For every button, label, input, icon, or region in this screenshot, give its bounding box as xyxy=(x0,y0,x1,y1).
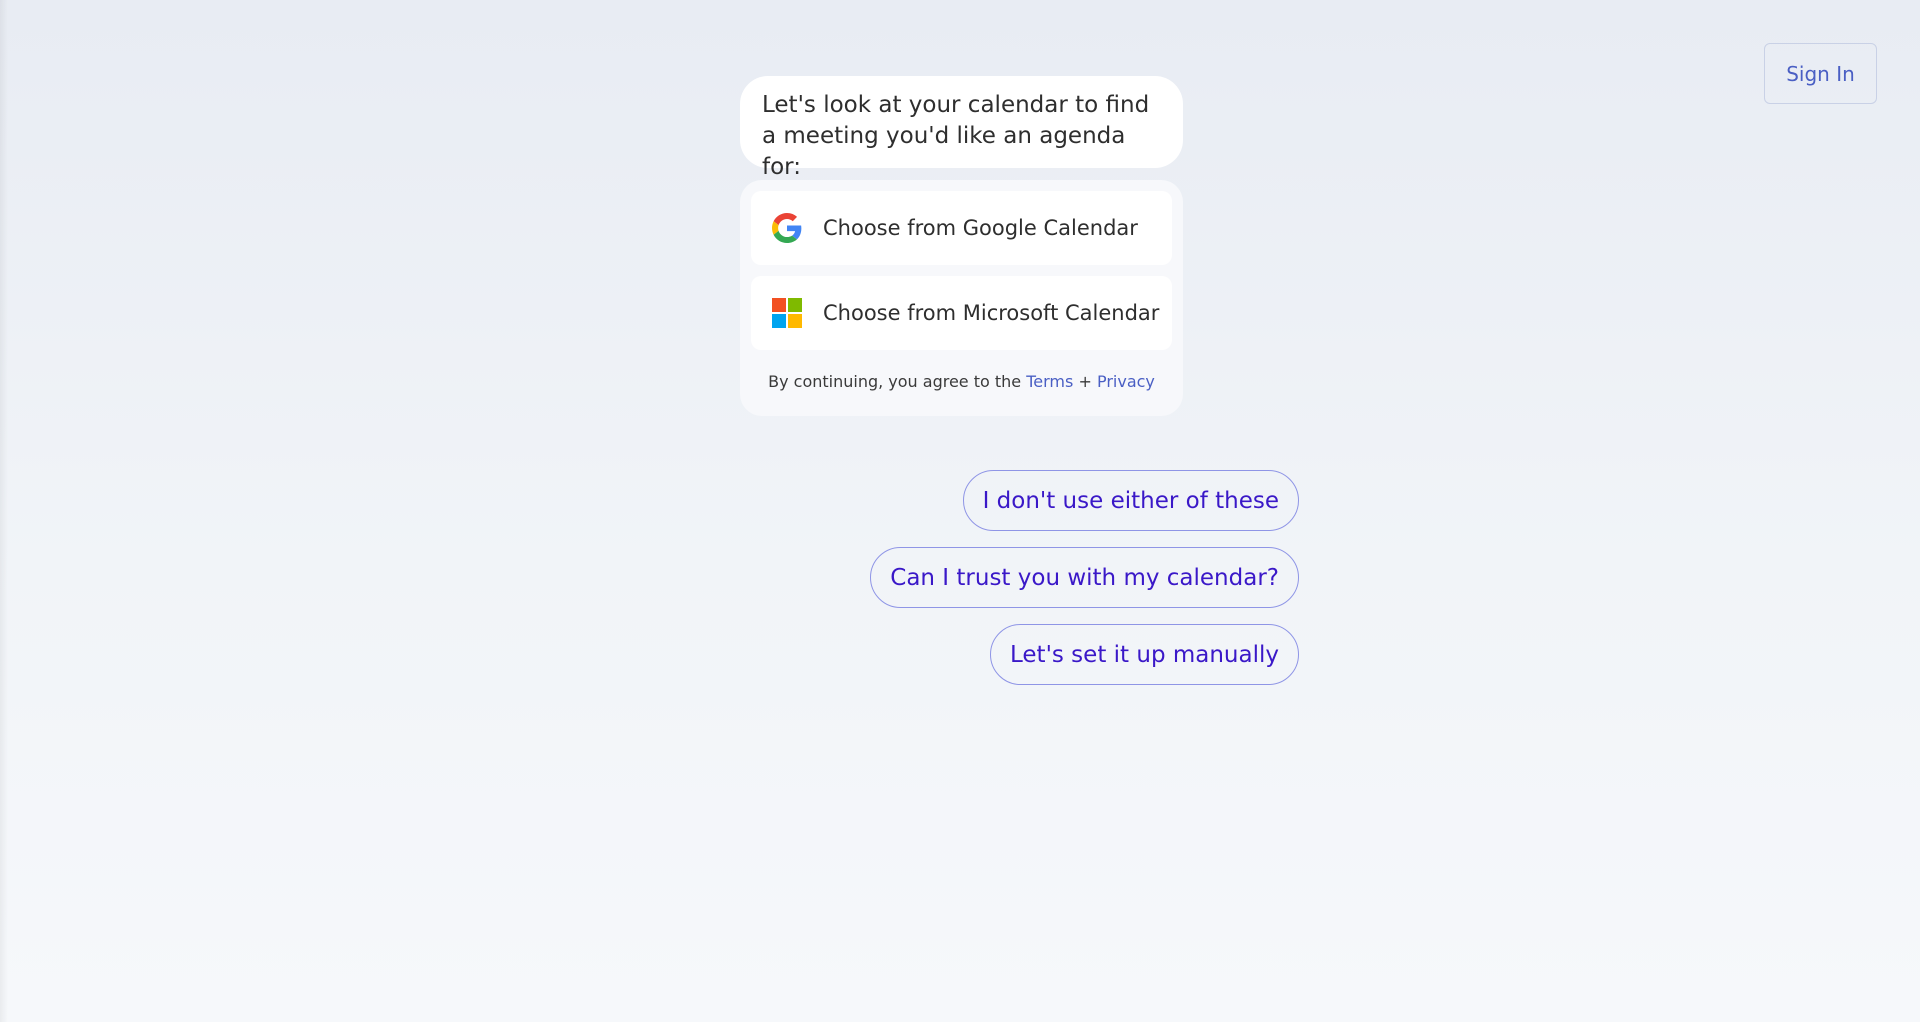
calendar-options-card: Choose from Google Calendar Choose from … xyxy=(740,180,1183,416)
microsoft-calendar-label: Choose from Microsoft Calendar xyxy=(823,301,1160,325)
suggestion-dont-use-either[interactable]: I don't use either of these xyxy=(962,470,1299,531)
microsoft-calendar-option[interactable]: Choose from Microsoft Calendar xyxy=(751,276,1172,350)
suggestion-trust-calendar[interactable]: Can I trust you with my calendar? xyxy=(870,547,1299,608)
assistant-message-text: Let's look at your calendar to find a me… xyxy=(762,92,1150,180)
consent-text: By continuing, you agree to the Terms + … xyxy=(751,372,1172,391)
assistant-message-bubble: Let's look at your calendar to find a me… xyxy=(740,76,1183,180)
consent-prefix: By continuing, you agree to the xyxy=(768,372,1022,391)
microsoft-logo-icon xyxy=(772,298,802,328)
suggestion-set-up-manually[interactable]: Let's set it up manually xyxy=(989,624,1299,685)
google-calendar-label: Choose from Google Calendar xyxy=(823,216,1138,240)
terms-link[interactable]: Terms xyxy=(1026,372,1073,391)
google-logo-icon xyxy=(772,213,802,243)
sign-in-button[interactable]: Sign In xyxy=(1764,43,1877,104)
privacy-link[interactable]: Privacy xyxy=(1097,372,1155,391)
window-edge-shadow xyxy=(0,0,8,1022)
google-calendar-option[interactable]: Choose from Google Calendar xyxy=(751,191,1172,265)
consent-separator: + xyxy=(1078,372,1092,391)
